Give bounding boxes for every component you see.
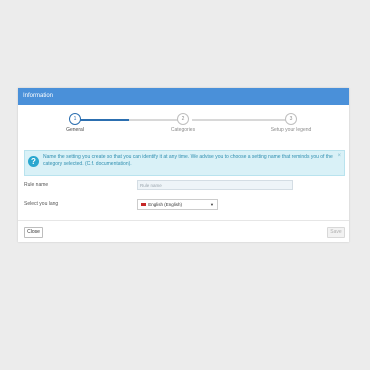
footer-divider [18,220,349,221]
step-1-circle[interactable]: 1 [69,113,81,125]
info-icon: ? [28,156,39,167]
step-2-label: Categories [170,127,196,133]
flag-icon [141,203,146,207]
wizard-stepper: 1 General 2 Categories 3 Setup your lege… [18,105,349,135]
close-button[interactable]: Close [24,227,43,238]
dialog-title: Information [23,93,54,99]
close-icon[interactable]: × [337,153,341,159]
dialog-header: Information [18,88,349,105]
rule-name-label: Rule name [24,182,49,188]
step-2-circle[interactable]: 2 [177,113,189,125]
chevron-down-icon: ▼ [210,202,214,207]
step-3-label: Setup your legend [270,127,312,133]
language-row: Select you lang English (English) ▼ [24,199,344,211]
step-connector-2 [192,119,290,121]
rule-name-row: Rule name Rule name [24,180,344,192]
step-1-label: General [66,127,84,133]
save-button[interactable]: Save [327,227,345,238]
alert-text: Name the setting you create so that you … [43,154,333,167]
language-select[interactable]: English (English) ▼ [137,199,218,210]
language-label: Select you lang [24,201,59,207]
info-alert: ? Name the setting you create so that yo… [24,150,345,176]
rule-name-input[interactable]: Rule name [137,180,293,190]
step-connector-1 [80,119,129,121]
language-select-value: English (English) [148,202,183,207]
step-3-circle[interactable]: 3 [285,113,297,125]
information-dialog: Information 1 General 2 Categories 3 Set… [18,88,349,242]
